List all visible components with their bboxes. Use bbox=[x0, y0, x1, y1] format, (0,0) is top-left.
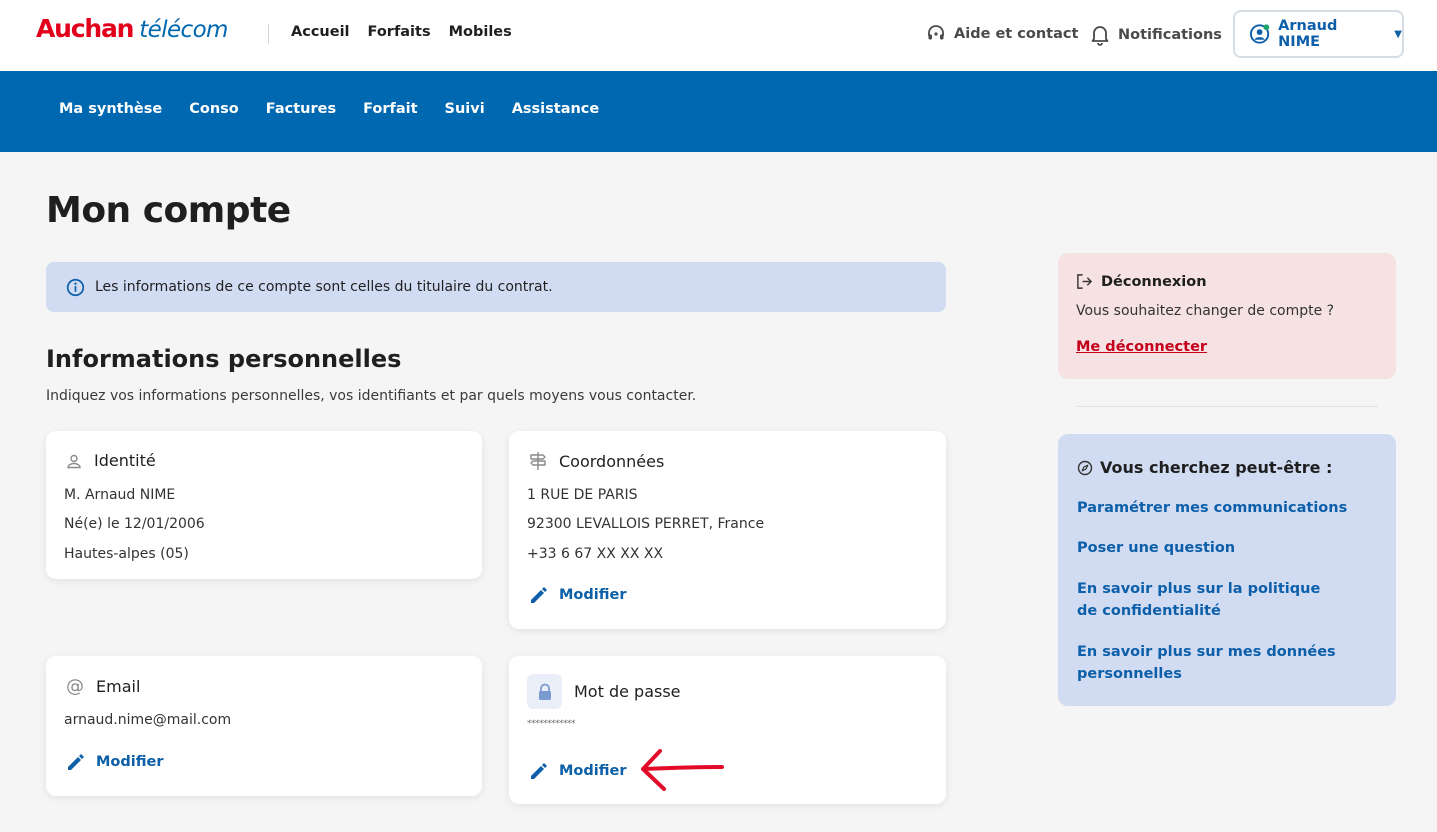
contact-street: 1 RUE DE PARIS bbox=[527, 487, 638, 503]
help-label: Aide et contact bbox=[954, 26, 1079, 42]
signpost-icon bbox=[530, 452, 546, 470]
suggestions-card: Vous cherchez peut-être : Paramétrer mes… bbox=[1058, 434, 1396, 706]
at-sign-icon: @ bbox=[66, 676, 84, 697]
caret-down-icon: ▼ bbox=[1394, 28, 1402, 40]
email-modify-label: Modifier bbox=[96, 754, 164, 770]
nav-forfaits[interactable]: Forfaits bbox=[368, 24, 431, 40]
email-card: @ Email arnaud.nime@mail.com Modifier bbox=[46, 656, 482, 796]
pencil-icon bbox=[531, 587, 547, 603]
email-value: arnaud.nime@mail.com bbox=[64, 712, 232, 728]
logout-card: Déconnexion Vous souhaitez changer de co… bbox=[1058, 253, 1396, 379]
identity-birthdate: Né(e) le 12/01/2006 bbox=[64, 516, 205, 532]
subnav-suivi[interactable]: Suivi bbox=[445, 101, 485, 117]
link-question[interactable]: Poser une question bbox=[1077, 537, 1377, 559]
account-subnav: Ma synthèse Conso Factures Forfait Suivi… bbox=[0, 71, 1437, 152]
contact-modify-button[interactable]: Modifier bbox=[529, 585, 626, 605]
link-communications[interactable]: Paramétrer mes communications bbox=[1077, 497, 1377, 519]
section-subtitle: Indiquez vos informations personnelles, … bbox=[46, 388, 697, 404]
subnav-synthese[interactable]: Ma synthèse bbox=[59, 101, 162, 117]
sidebar-divider bbox=[1076, 406, 1378, 407]
pencil-icon bbox=[68, 754, 84, 770]
logout-link[interactable]: Me déconnecter bbox=[1076, 339, 1207, 355]
auchan-telecom-logo[interactable]: Auchan télécom bbox=[36, 14, 228, 48]
contact-card: Coordonnées 1 RUE DE PARIS 92300 LEVALLO… bbox=[509, 431, 946, 629]
email-modify-button[interactable]: Modifier bbox=[66, 752, 163, 772]
compass-icon bbox=[1077, 460, 1093, 475]
password-title: Mot de passe bbox=[574, 682, 681, 701]
info-banner: Les informations de ce compte sont celle… bbox=[46, 262, 946, 312]
identity-title: Identité bbox=[94, 451, 156, 470]
logo-divider bbox=[268, 24, 269, 44]
contact-city: 92300 LEVALLOIS PERRET, France bbox=[527, 516, 765, 532]
password-value: ************ bbox=[527, 719, 576, 729]
nav-mobiles[interactable]: Mobiles bbox=[449, 24, 512, 40]
logo-brand: Auchan bbox=[36, 14, 134, 43]
red-arrow-annotation bbox=[641, 749, 724, 791]
info-icon bbox=[66, 278, 85, 296]
notifications-link[interactable]: Notifications bbox=[1090, 24, 1222, 46]
subnav-factures[interactable]: Factures bbox=[266, 101, 336, 117]
logout-text: Vous souhaitez changer de compte ? bbox=[1076, 303, 1335, 319]
page-title: Mon compte bbox=[46, 190, 291, 231]
subnav-forfait[interactable]: Forfait bbox=[363, 101, 417, 117]
lock-icon-badge bbox=[527, 674, 562, 709]
main-nav: Accueil Forfaits Mobiles bbox=[291, 24, 512, 40]
subnav-assistance[interactable]: Assistance bbox=[512, 101, 600, 117]
logo-product: télécom bbox=[139, 17, 228, 43]
link-privacy-policy[interactable]: En savoir plus sur la politique de confi… bbox=[1077, 578, 1337, 622]
identity-name: M. Arnaud NIME bbox=[64, 487, 176, 503]
identity-department: Hautes-alpes (05) bbox=[64, 546, 189, 562]
bell-icon bbox=[1091, 26, 1109, 46]
account-name: Arnaud NIME bbox=[1278, 18, 1338, 50]
password-modify-label: Modifier bbox=[559, 763, 627, 779]
nav-accueil[interactable]: Accueil bbox=[291, 24, 350, 40]
headset-icon bbox=[928, 25, 944, 40]
subnav-conso[interactable]: Conso bbox=[189, 101, 239, 117]
identity-card: Identité M. Arnaud NIME Né(e) le 12/01/2… bbox=[46, 431, 482, 579]
logout-title: Déconnexion bbox=[1101, 273, 1207, 290]
email-title: Email bbox=[96, 677, 141, 696]
notifications-label: Notifications bbox=[1118, 27, 1222, 43]
help-contact-link[interactable]: Aide et contact bbox=[926, 24, 1078, 44]
password-modify-button[interactable]: Modifier bbox=[529, 761, 626, 781]
section-title: Informations personnelles bbox=[46, 345, 402, 373]
pencil-icon bbox=[531, 763, 547, 779]
account-menu-button[interactable]: Arnaud NIME ▼ bbox=[1233, 10, 1404, 58]
top-header: Auchan télécom Accueil Forfaits Mobiles … bbox=[0, 0, 1437, 71]
user-icon bbox=[67, 454, 81, 468]
logout-icon bbox=[1077, 274, 1093, 289]
contact-phone: +33 6 67 XX XX XX bbox=[527, 546, 664, 562]
lock-icon bbox=[538, 683, 551, 700]
suggestions-title: Vous cherchez peut-être : bbox=[1100, 458, 1333, 477]
link-personal-data[interactable]: En savoir plus sur mes données personnel… bbox=[1077, 641, 1337, 685]
user-circle-icon bbox=[1249, 24, 1270, 44]
info-banner-text: Les informations de ce compte sont celle… bbox=[95, 279, 553, 295]
contact-title: Coordonnées bbox=[559, 451, 665, 471]
contact-modify-label: Modifier bbox=[559, 587, 627, 603]
